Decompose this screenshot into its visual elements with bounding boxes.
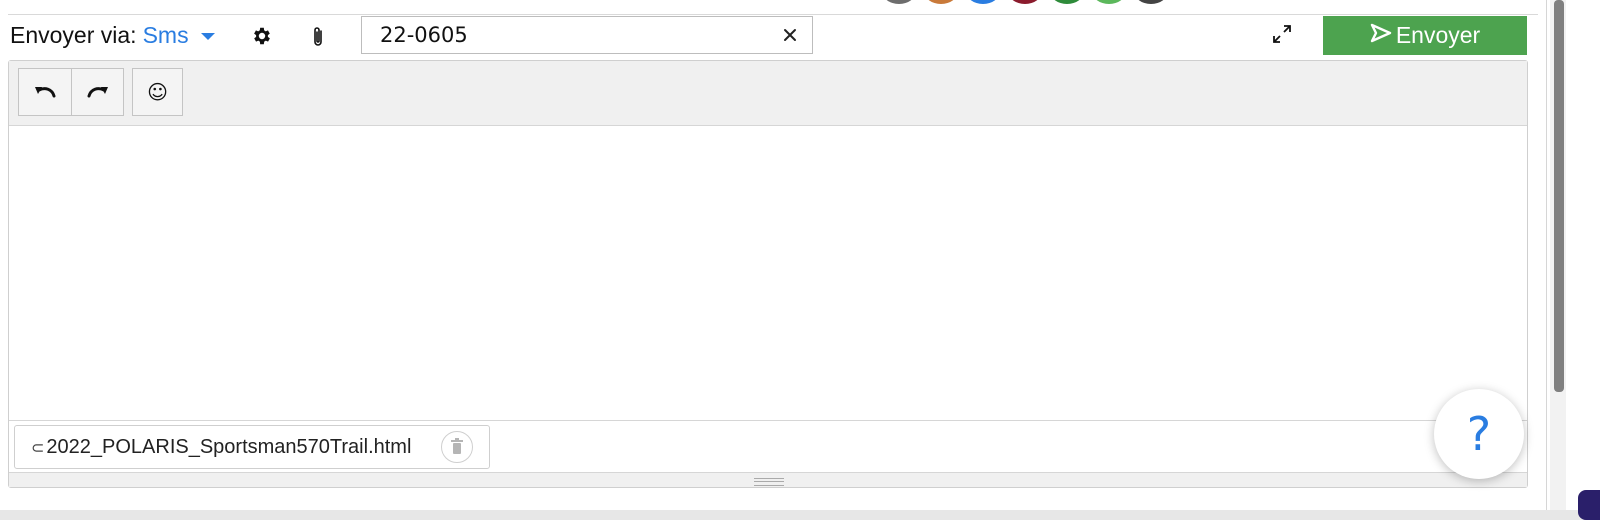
message-editor: ☺ ⊂ 2022_POLARIS_Sportsman570Trail.html — [8, 60, 1528, 488]
avatar[interactable] — [1050, 0, 1084, 4]
top-divider — [8, 14, 1538, 15]
avatar-row — [882, 0, 1168, 4]
paperclip-icon: ⊂ — [31, 437, 45, 457]
send-via: Envoyer via: Sms — [10, 22, 215, 49]
resize-grip-icon — [754, 478, 784, 486]
send-button[interactable]: Envoyer — [1323, 16, 1527, 55]
send-button-label: Envoyer — [1395, 22, 1481, 48]
editor-toolbar: ☺ — [9, 61, 1527, 126]
help-icon: ? — [1466, 407, 1492, 461]
bottom-edge — [0, 510, 1600, 520]
subject-field — [361, 16, 813, 54]
attachments-area: ⊂ 2022_POLARIS_Sportsman570Trail.html — [9, 420, 1527, 472]
emoji-icon: ☺ — [147, 80, 168, 104]
expand-icon[interactable] — [1270, 22, 1294, 46]
avatar[interactable] — [1134, 0, 1168, 4]
avatar[interactable] — [1092, 0, 1126, 4]
scrollbar-thumb[interactable] — [1554, 0, 1564, 392]
resize-handle[interactable] — [9, 472, 1527, 487]
avatar[interactable] — [882, 0, 916, 4]
attachment-file-name: 2022_POLARIS_Sportsman570Trail.html — [46, 435, 412, 458]
subject-input[interactable] — [380, 21, 760, 49]
redo-button[interactable] — [71, 68, 124, 116]
help-button[interactable]: ? — [1434, 389, 1524, 479]
send-icon — [1370, 22, 1392, 49]
send-via-label: Envoyer via: — [10, 22, 137, 48]
close-icon[interactable] — [782, 27, 798, 43]
paperclip-icon[interactable] — [307, 24, 329, 50]
redo-icon — [85, 81, 111, 104]
undo-icon — [32, 81, 58, 104]
avatar[interactable] — [966, 0, 1000, 4]
compose-panel: Envoyer via: Sms Envoyer — [0, 0, 1547, 512]
chevron-down-icon[interactable] — [200, 33, 215, 40]
trash-icon[interactable] — [441, 431, 473, 463]
emoji-button[interactable]: ☺ — [132, 68, 183, 116]
avatar[interactable] — [924, 0, 958, 4]
window-corner — [1578, 490, 1600, 520]
message-body[interactable] — [9, 126, 1527, 420]
avatar[interactable] — [1008, 0, 1042, 4]
attachment-chip[interactable]: ⊂ 2022_POLARIS_Sportsman570Trail.html — [14, 425, 490, 469]
gear-icon[interactable] — [250, 24, 274, 48]
send-via-method[interactable]: Sms — [143, 22, 189, 49]
undo-button[interactable] — [18, 68, 72, 116]
